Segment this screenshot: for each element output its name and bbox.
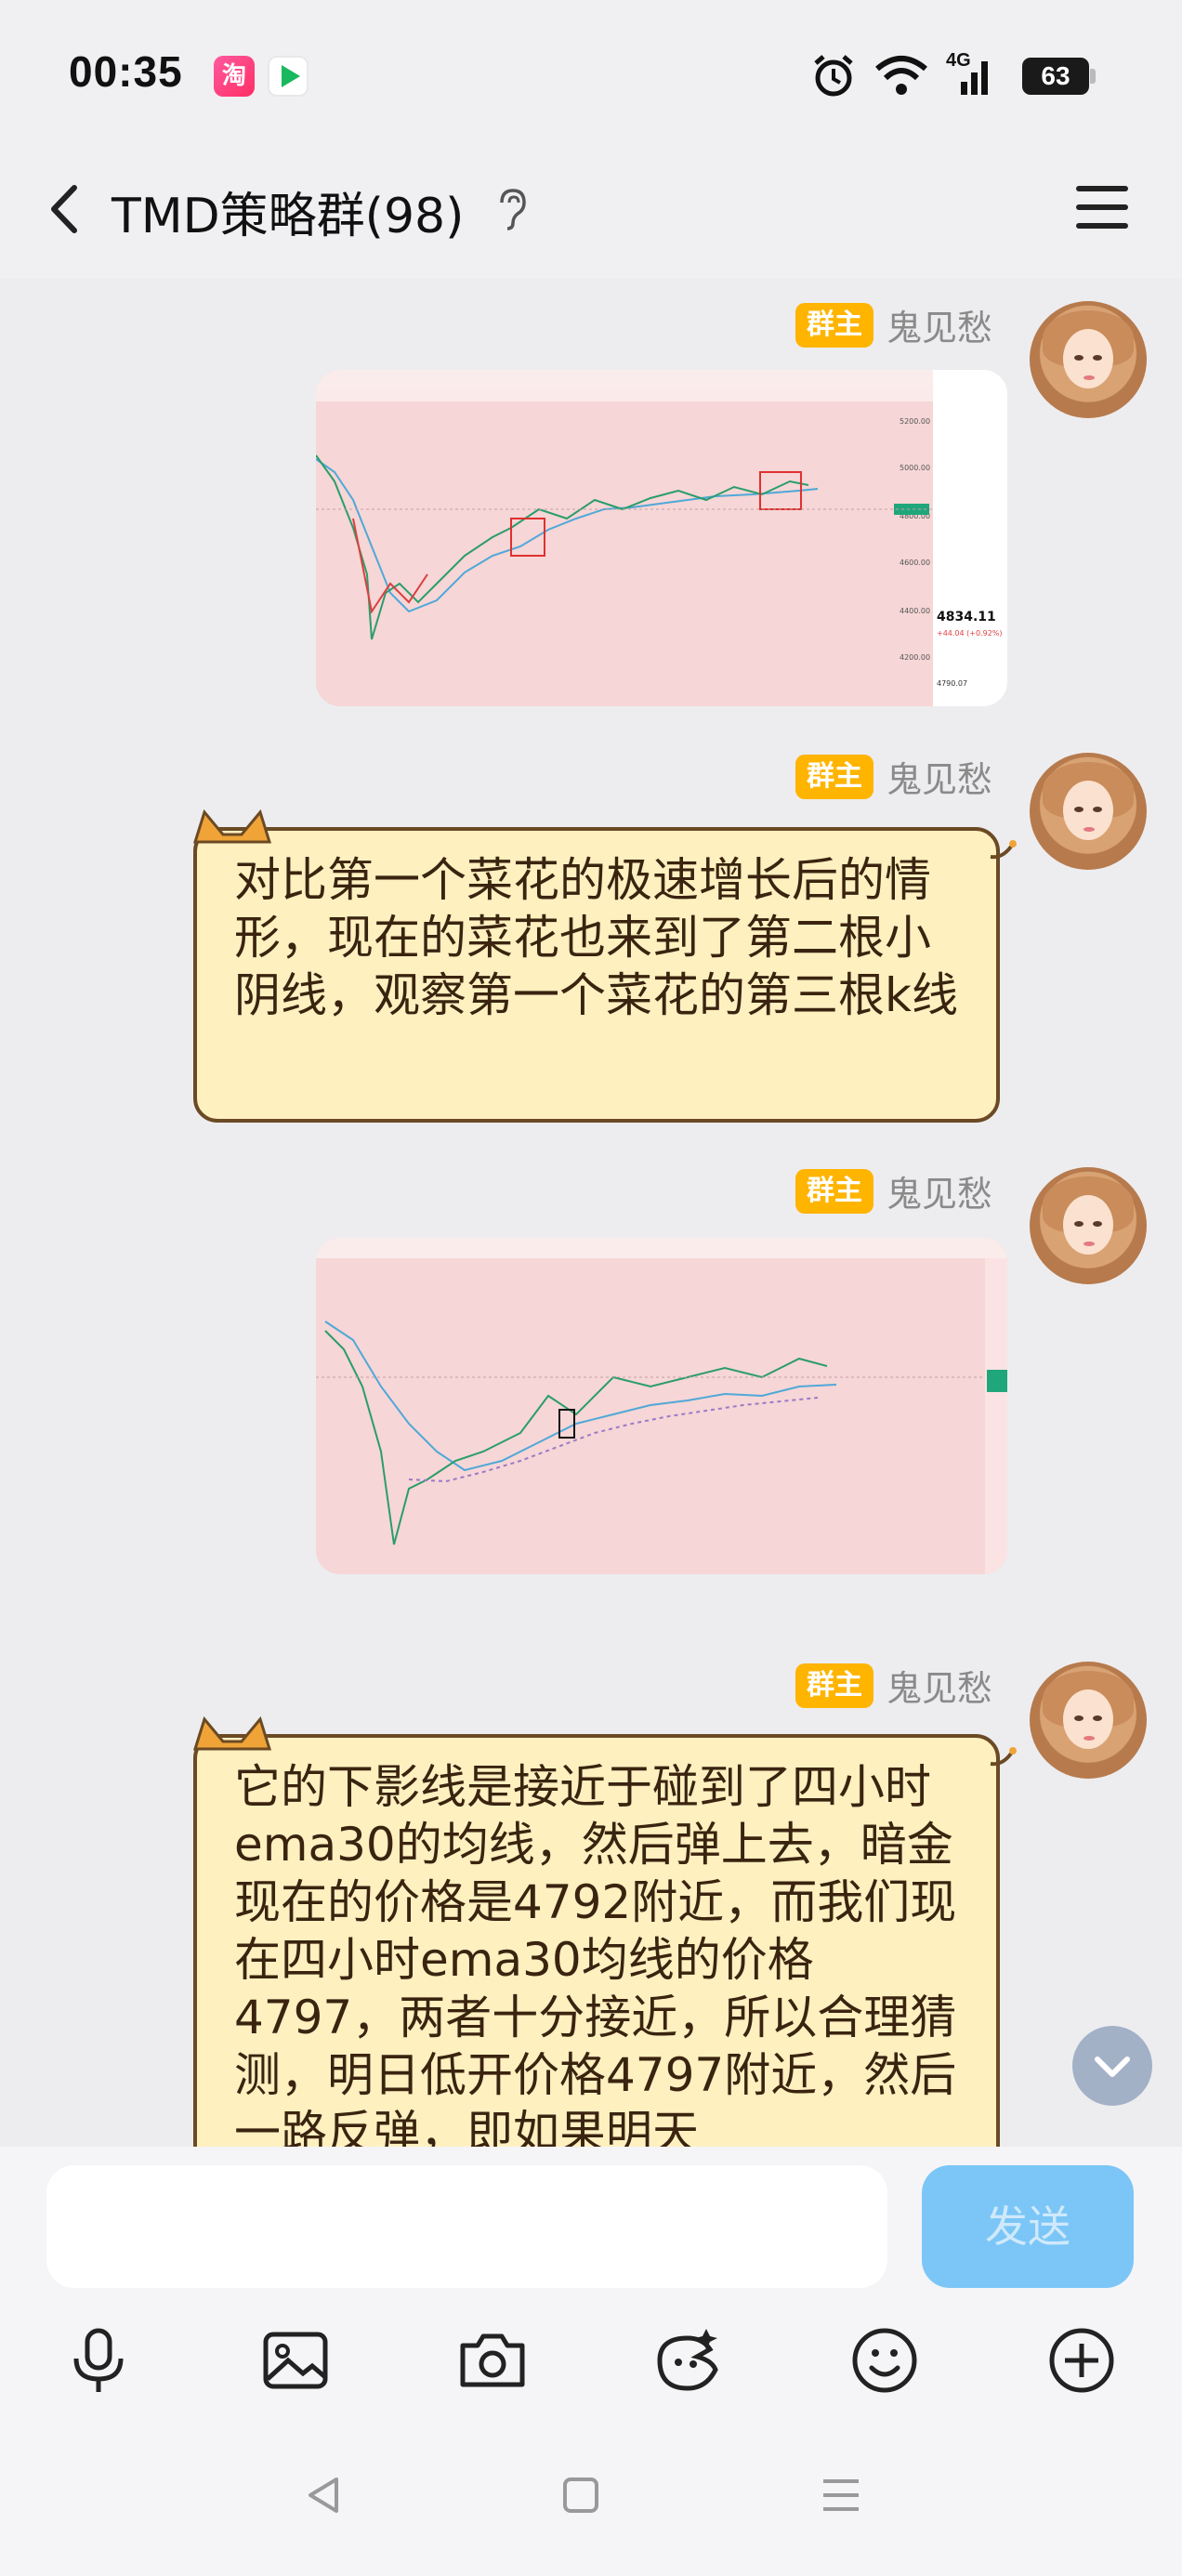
text-message-bubble[interactable]: 对比第一个菜花的极速增长后的情形，现在的菜花也来到了第二根小阴线，观察第一个菜花… [192,808,1017,1123]
chevron-down-icon [1095,2057,1130,2077]
menu-icon[interactable] [1070,180,1136,236]
low-label: 4790.07 [937,679,967,688]
avatar[interactable] [1030,753,1147,870]
camera-icon[interactable] [455,2323,530,2398]
alarm-icon [814,55,853,97]
chart-image-message[interactable] [316,1238,1007,1574]
microphone-icon[interactable] [61,2323,136,2398]
cat-tail-icon [990,840,1017,860]
axis-tick: 4400.00 [900,607,930,615]
image-icon[interactable] [258,2323,333,2398]
status-time: 00:35 [69,47,183,96]
taobao-icon: 淘 [214,56,255,97]
cat-ears-icon [192,1715,272,1751]
axis-tick: 4200.00 [900,653,930,662]
emoji-icon[interactable] [847,2323,922,2398]
signal-icon [961,61,988,95]
avatar[interactable] [1030,1662,1147,1779]
sender-name: 鬼见愁 [886,1174,992,1215]
send-button[interactable]: 发送 [922,2165,1134,2288]
message-input[interactable] [46,2165,887,2288]
cat-tail-icon [990,1747,1017,1767]
text-message-bubble[interactable]: 它的下影线是接近于碰到了四小时ema30的均线，然后弹上去，暗金现在的价格是47… [192,1715,1017,2147]
chart-image-message[interactable]: 5200.00 5000.00 4800.00 4600.00 4400.00 … [316,370,1007,706]
system-nav-bar [0,2416,1182,2576]
cat-ears-icon [192,808,272,844]
nav-home-icon[interactable] [558,2472,604,2518]
message-meta: 群主 鬼见愁 [795,1165,992,1215]
nav-back-icon[interactable] [301,2472,348,2518]
message-meta: 群主 鬼见愁 [795,299,992,348]
wifi-icon [875,56,927,95]
chat-header: TMD策略群(98) [0,139,1182,279]
video-app-icon [268,56,309,97]
sender-name: 鬼见愁 [886,1668,992,1709]
listen-mode-icon[interactable] [492,186,530,232]
axis-tick: 5000.00 [900,464,930,472]
message-list[interactable]: 群主 鬼见愁 5200.00 5000.00 4800.00 4600.00 44… [0,279,1182,2147]
sender-name: 鬼见愁 [886,308,992,348]
owner-badge: 群主 [795,1168,873,1214]
battery-indicator: 63 [1022,58,1096,95]
avatar[interactable] [1030,1167,1147,1284]
owner-badge: 群主 [795,754,873,799]
axis-tick: 5200.00 [900,417,930,426]
axis-tick: 4600.00 [900,559,930,567]
back-icon[interactable] [37,177,93,242]
avatar[interactable] [1030,301,1147,418]
price-label: 4834.11 [937,610,996,624]
chat-toolbar [0,2295,1182,2416]
nav-recents-icon[interactable] [818,2472,864,2518]
input-bar: 发送 [0,2147,1182,2295]
owner-badge: 群主 [795,1663,873,1708]
message-text: 对比第一个菜花的极速增长后的情形，现在的菜花也来到了第二根小阴线，观察第一个菜花… [234,853,958,1022]
status-bar: 00:35 淘 4G 63 [0,0,1182,139]
owner-badge: 群主 [795,302,873,348]
message-meta: 群主 鬼见愁 [795,751,992,800]
change-label: +44.04 (+0.92%) [937,629,1003,637]
sender-name: 鬼见愁 [886,759,992,800]
scroll-to-bottom-button[interactable] [1072,2026,1152,2106]
group-title: TMD策略群(98) [112,189,465,244]
plus-icon[interactable] [1044,2323,1119,2398]
message-text: 它的下影线是接近于碰到了四小时ema30的均线，然后弹上去，暗金现在的价格是47… [234,1760,957,2147]
message-meta: 群主 鬼见愁 [795,1660,992,1709]
sticker-icon[interactable] [650,2323,725,2398]
